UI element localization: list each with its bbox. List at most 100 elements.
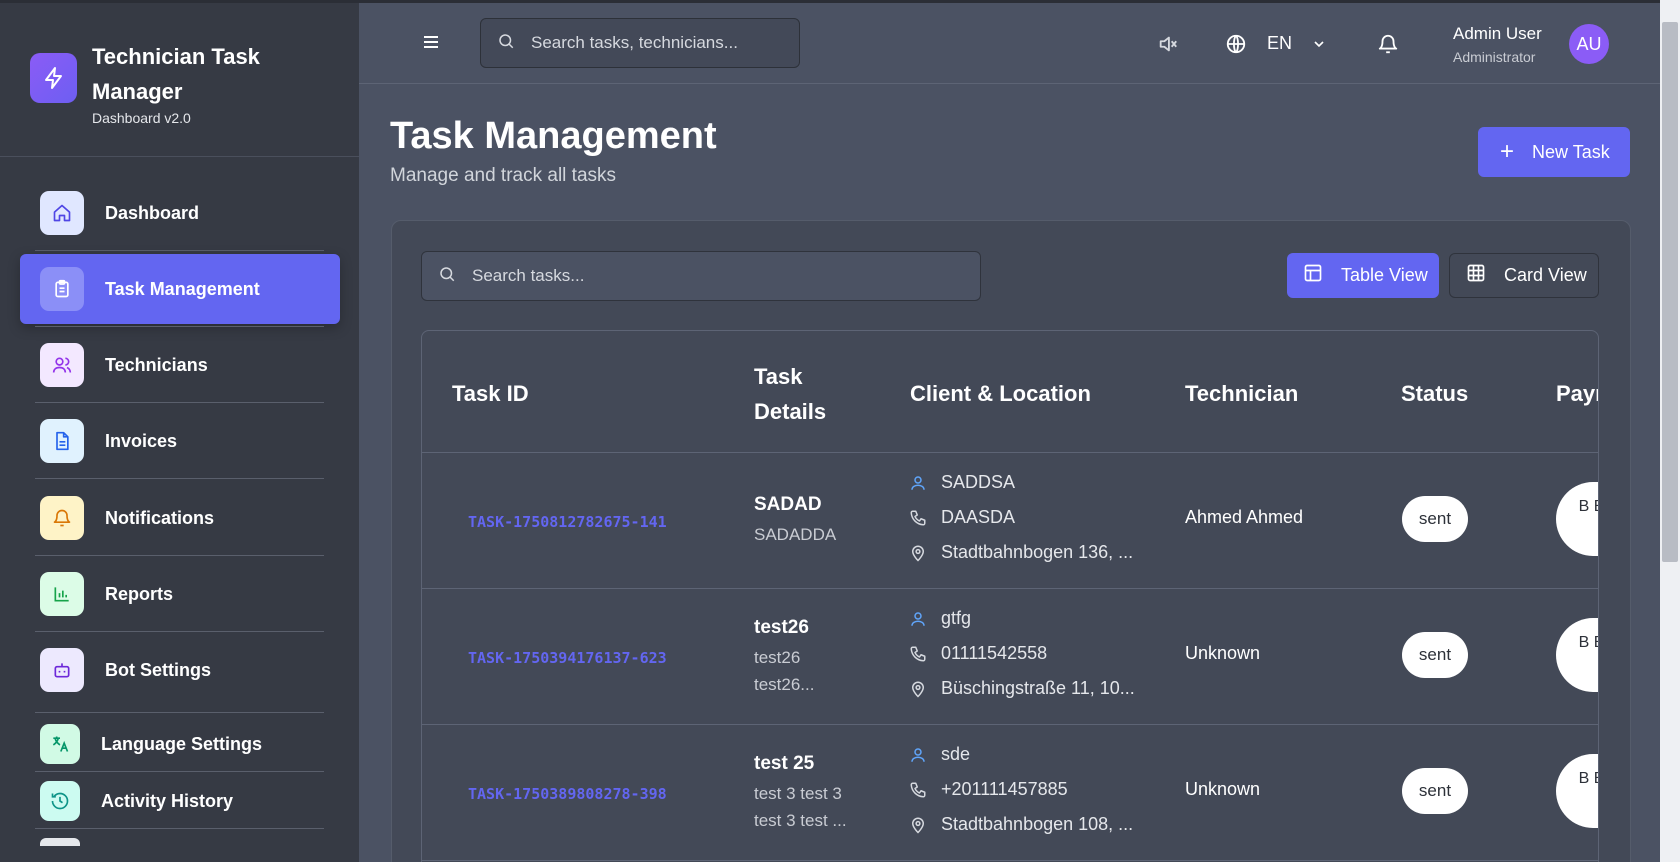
sidebar-item-label: Bot Settings xyxy=(105,659,211,680)
hamburger-menu-icon[interactable] xyxy=(422,33,440,51)
brand[interactable]: Technician Task Manager Dashboard v2.0 xyxy=(30,39,292,126)
task-title: test 25 xyxy=(754,753,815,774)
task-description: test 3 test 3 test 3 test ... xyxy=(754,784,847,830)
client-name-line: SADDSA xyxy=(907,472,1015,493)
technician-name: Ahmed Ahmed xyxy=(1185,507,1304,527)
payment-badge: B Be xyxy=(1556,618,1598,692)
divider xyxy=(35,828,324,829)
sidebar-item-label: Invoices xyxy=(105,430,178,451)
bar-chart-icon xyxy=(40,572,84,616)
divider xyxy=(422,724,1598,725)
divider xyxy=(35,555,324,556)
sidebar-item-bot-settings[interactable]: Bot Settings xyxy=(20,635,340,705)
client-address-line: Stadtbahnbogen 136, ... xyxy=(907,542,1133,563)
status-badge: sent xyxy=(1402,496,1468,542)
divider xyxy=(35,250,324,251)
column-header-payment[interactable]: Payment xyxy=(1556,376,1598,411)
client-address: Büschingstraße 11, 10... xyxy=(941,678,1135,698)
top-header: Search tasks, technicians... EN Admin Us… xyxy=(359,0,1660,84)
sidebar-item-task-management[interactable]: Task Management xyxy=(20,254,340,324)
users-icon xyxy=(40,343,84,387)
globe-icon[interactable] xyxy=(1225,33,1247,60)
brand-title: Technician Task Manager xyxy=(92,44,260,104)
column-header-task-details[interactable]: Task Details xyxy=(754,359,844,429)
phone-icon xyxy=(907,781,929,799)
sidebar-item-dashboard[interactable]: Dashboard xyxy=(20,178,340,248)
task-search-input[interactable]: Search tasks... xyxy=(421,251,981,301)
payment-badge: B Be xyxy=(1556,482,1598,556)
bot-icon xyxy=(40,648,84,692)
page-subtitle: Manage and track all tasks xyxy=(390,165,617,186)
client-name-line: gtfg xyxy=(907,608,971,629)
map-pin-icon xyxy=(907,680,929,698)
mute-icon[interactable] xyxy=(1157,33,1179,60)
sidebar-item-activity-history[interactable]: Activity History xyxy=(20,766,340,836)
avatar[interactable]: AU xyxy=(1569,24,1609,64)
user-name: Admin User xyxy=(1453,24,1542,43)
client-name-line: sde xyxy=(907,744,970,765)
client-address: Stadtbahnbogen 108, ... xyxy=(941,814,1134,834)
client-name: SADDSA xyxy=(941,472,1016,492)
new-task-button[interactable]: + New Task xyxy=(1478,127,1630,177)
sidebar-item-technicians[interactable]: Technicians xyxy=(20,330,340,400)
map-pin-icon xyxy=(907,544,929,562)
sidebar: Technician Task Manager Dashboard v2.0 D… xyxy=(0,0,359,862)
sidebar-item-label: Technicians xyxy=(105,354,208,375)
technician-name: Unknown xyxy=(1185,779,1261,799)
divider xyxy=(35,326,324,327)
task-title: SADAD xyxy=(754,494,822,515)
sidebar-item-invoices[interactable]: Invoices xyxy=(20,406,340,476)
sidebar-item-notifications[interactable]: Notifications xyxy=(20,483,340,553)
sidebar-item-label: Notifications xyxy=(105,507,215,528)
notification-bell-icon[interactable] xyxy=(1377,33,1399,60)
task-description: test26 test26... xyxy=(754,648,815,694)
user-icon xyxy=(907,610,929,628)
column-header-status[interactable]: Status xyxy=(1401,376,1468,411)
divider xyxy=(35,402,324,403)
language-selector[interactable]: EN xyxy=(1267,33,1292,54)
new-task-label: New Task xyxy=(1532,141,1610,162)
divider xyxy=(422,588,1598,589)
task-id-link[interactable]: TASK-1750812782675-141 xyxy=(468,513,667,531)
global-search-input[interactable]: Search tasks, technicians... xyxy=(480,18,800,68)
divider xyxy=(422,860,1598,861)
search-placeholder: Search tasks, technicians... xyxy=(531,33,738,52)
card-view-button[interactable]: Card View xyxy=(1449,253,1599,298)
divider xyxy=(0,156,359,157)
user-icon xyxy=(907,746,929,764)
card-view-label: Card View xyxy=(1504,265,1587,285)
divider xyxy=(422,452,1598,453)
client-address: Stadtbahnbogen 136, ... xyxy=(941,542,1134,562)
lightning-icon xyxy=(30,53,77,103)
sidebar-item-partial[interactable] xyxy=(40,838,80,846)
table-view-button[interactable]: Table View xyxy=(1287,253,1439,298)
clipboard-icon xyxy=(40,267,84,311)
client-phone-line: DAASDA xyxy=(907,507,1015,528)
status-badge: sent xyxy=(1402,632,1468,678)
task-id-link[interactable]: TASK-1750394176137-623 xyxy=(468,649,667,667)
page-title: Task Management xyxy=(390,115,717,157)
task-id-link[interactable]: TASK-1750389808278-398 xyxy=(468,785,667,803)
table-icon xyxy=(1303,263,1323,288)
sidebar-item-label: Language Settings xyxy=(101,733,263,754)
scrollbar-thumb[interactable] xyxy=(1662,22,1678,562)
brand-subtitle: Dashboard v2.0 xyxy=(92,110,191,126)
column-header-task-id[interactable]: Task ID xyxy=(452,376,529,411)
user-role: Administrator xyxy=(1453,49,1536,65)
chevron-down-icon[interactable] xyxy=(1311,36,1327,57)
technician-name: Unknown xyxy=(1185,643,1261,663)
sidebar-item-reports[interactable]: Reports xyxy=(20,559,340,629)
bell-icon xyxy=(40,496,84,540)
sidebar-item-label: Reports xyxy=(105,583,174,604)
sidebar-item-label: Task Management xyxy=(105,278,260,299)
column-header-technician[interactable]: Technician xyxy=(1185,376,1298,411)
phone-icon xyxy=(907,645,929,663)
client-phone-line: +201111457885 xyxy=(907,779,1068,800)
column-header-client-location[interactable]: Client & Location xyxy=(910,376,1091,411)
history-icon xyxy=(40,781,80,821)
task-description: SADADDA xyxy=(754,525,837,544)
user-icon xyxy=(907,474,929,492)
map-pin-icon xyxy=(907,816,929,834)
client-address-line: Büschingstraße 11, 10... xyxy=(907,678,1135,699)
client-phone-line: 01111542558 xyxy=(907,643,1047,664)
